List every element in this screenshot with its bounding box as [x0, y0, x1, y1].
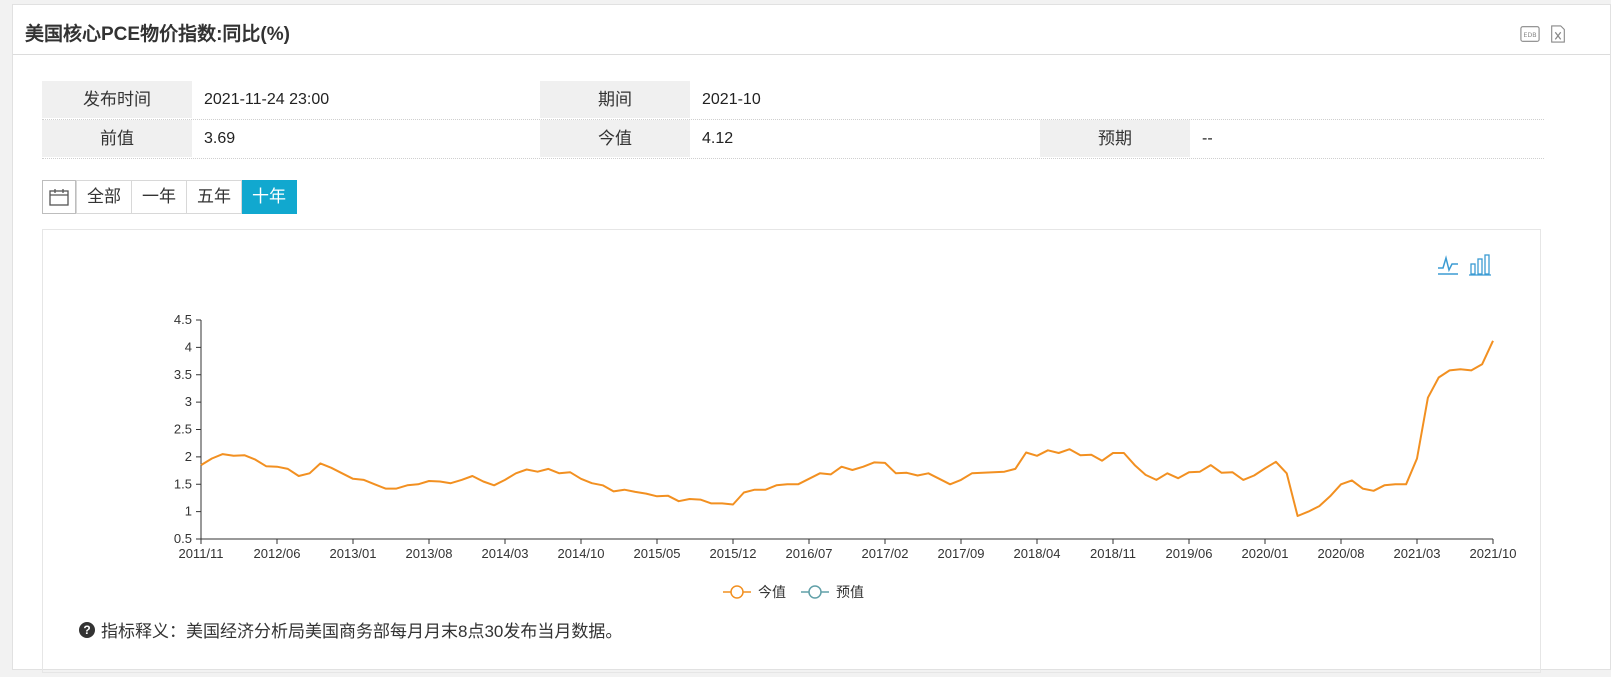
calendar-icon: [49, 189, 69, 206]
line-chart-icon[interactable]: [1436, 252, 1460, 276]
legend-label[interactable]: 今值: [758, 584, 786, 600]
indicator-note-text: 指标释义：美国经济分析局美国商务部每月月末8点30发布当月数据。: [101, 622, 623, 641]
y-tick-label: 1: [185, 504, 192, 519]
series-line-current: [200, 340, 1494, 517]
legend-marker[interactable]: [808, 585, 822, 599]
x-tick-label: 2018/04: [1014, 546, 1061, 561]
forecast-value: --: [1202, 130, 1213, 147]
indicator-note: ? 指标释义：美国经济分析局美国商务部每月月末8点30发布当月数据。: [79, 617, 622, 642]
x-tick-label: 2020/08: [1318, 546, 1365, 561]
range-selector: 全部 一年 五年 十年: [42, 180, 297, 214]
y-tick-label: 0.5: [174, 531, 192, 546]
publish-time-label: 发布时间: [42, 81, 192, 118]
y-tick-label: 4: [185, 339, 192, 354]
legend-marker[interactable]: [730, 585, 744, 599]
y-tick-label: 4.5: [174, 312, 192, 327]
help-icon: ?: [79, 621, 95, 638]
x-tick-label: 2017/09: [938, 546, 985, 561]
period-value: 2021-10: [702, 91, 761, 108]
y-tick-label: 2: [185, 449, 192, 464]
title-bar: 美国核心PCE物价指数:同比(%) EDB: [13, 5, 1610, 55]
x-tick-label: 2020/01: [1242, 546, 1289, 561]
x-tick-label: 2019/06: [1166, 546, 1213, 561]
y-tick-label: 2.5: [174, 422, 192, 437]
forecast-label: 预期: [1040, 120, 1190, 157]
x-tick-label: 2016/07: [786, 546, 833, 561]
svg-text:EDB: EDB: [1523, 32, 1536, 39]
prev-value: 3.69: [204, 130, 236, 147]
x-tick-label: 2014/10: [558, 546, 605, 561]
x-tick-label: 2021/10: [1470, 546, 1517, 561]
x-tick-label: 2012/06: [254, 546, 301, 561]
range-5y-button[interactable]: 五年: [187, 180, 242, 214]
y-tick-label: 3.5: [174, 367, 192, 382]
current-value: 4.12: [702, 130, 734, 147]
bar-chart-icon[interactable]: [1469, 252, 1493, 276]
range-1y-button[interactable]: 一年: [132, 180, 187, 214]
range-all-button[interactable]: 全部: [76, 180, 132, 214]
edb-icon[interactable]: EDB: [1520, 25, 1540, 43]
publish-time-value: 2021-11-24 23:00: [204, 91, 330, 108]
info-row-1: 发布时间 2021-11-24 23:00 期间 2021-10: [42, 81, 1544, 120]
x-tick-label: 2015/05: [634, 546, 681, 561]
period-label: 期间: [540, 81, 690, 118]
x-tick-label: 2021/03: [1394, 546, 1441, 561]
prev-label: 前值: [42, 120, 192, 157]
range-10y-button[interactable]: 十年: [242, 180, 297, 214]
info-table: 发布时间 2021-11-24 23:00 期间 2021-10 前值 3.69…: [42, 81, 1544, 159]
x-tick-label: 2015/12: [710, 546, 757, 561]
y-tick-label: 1.5: [174, 476, 192, 491]
x-tick-label: 2013/01: [330, 546, 377, 561]
excel-export-icon[interactable]: [1548, 25, 1568, 43]
chart-container: 0.5 1 1.5 2 2.5 3 3.5 4 4.5 2011/11 2012/06 2013/01…: [42, 229, 1541, 673]
info-row-2: 前值 3.69 今值 4.12 预期 --: [42, 120, 1544, 159]
line-chart: 0.5 1 1.5 2 2.5 3 3.5 4 4.5 2011/11 2012/06 2013/01…: [174, 252, 1517, 600]
x-tick-label: 2011/11: [178, 546, 223, 561]
x-tick-label: 2013/08: [406, 546, 453, 561]
page-title: 美国核心PCE物价指数:同比(%): [25, 24, 290, 45]
x-tick-label: 2018/11: [1090, 546, 1136, 561]
x-tick-label: 2017/02: [862, 546, 909, 561]
y-tick-label: 3: [185, 394, 192, 409]
legend-label[interactable]: 预值: [836, 584, 864, 600]
indicator-panel: 美国核心PCE物价指数:同比(%) EDB 发布时间 2021-11-24 23…: [12, 4, 1611, 673]
current-label: 今值: [540, 120, 690, 157]
x-tick-label: 2014/03: [482, 546, 529, 561]
calendar-button[interactable]: [42, 180, 76, 214]
